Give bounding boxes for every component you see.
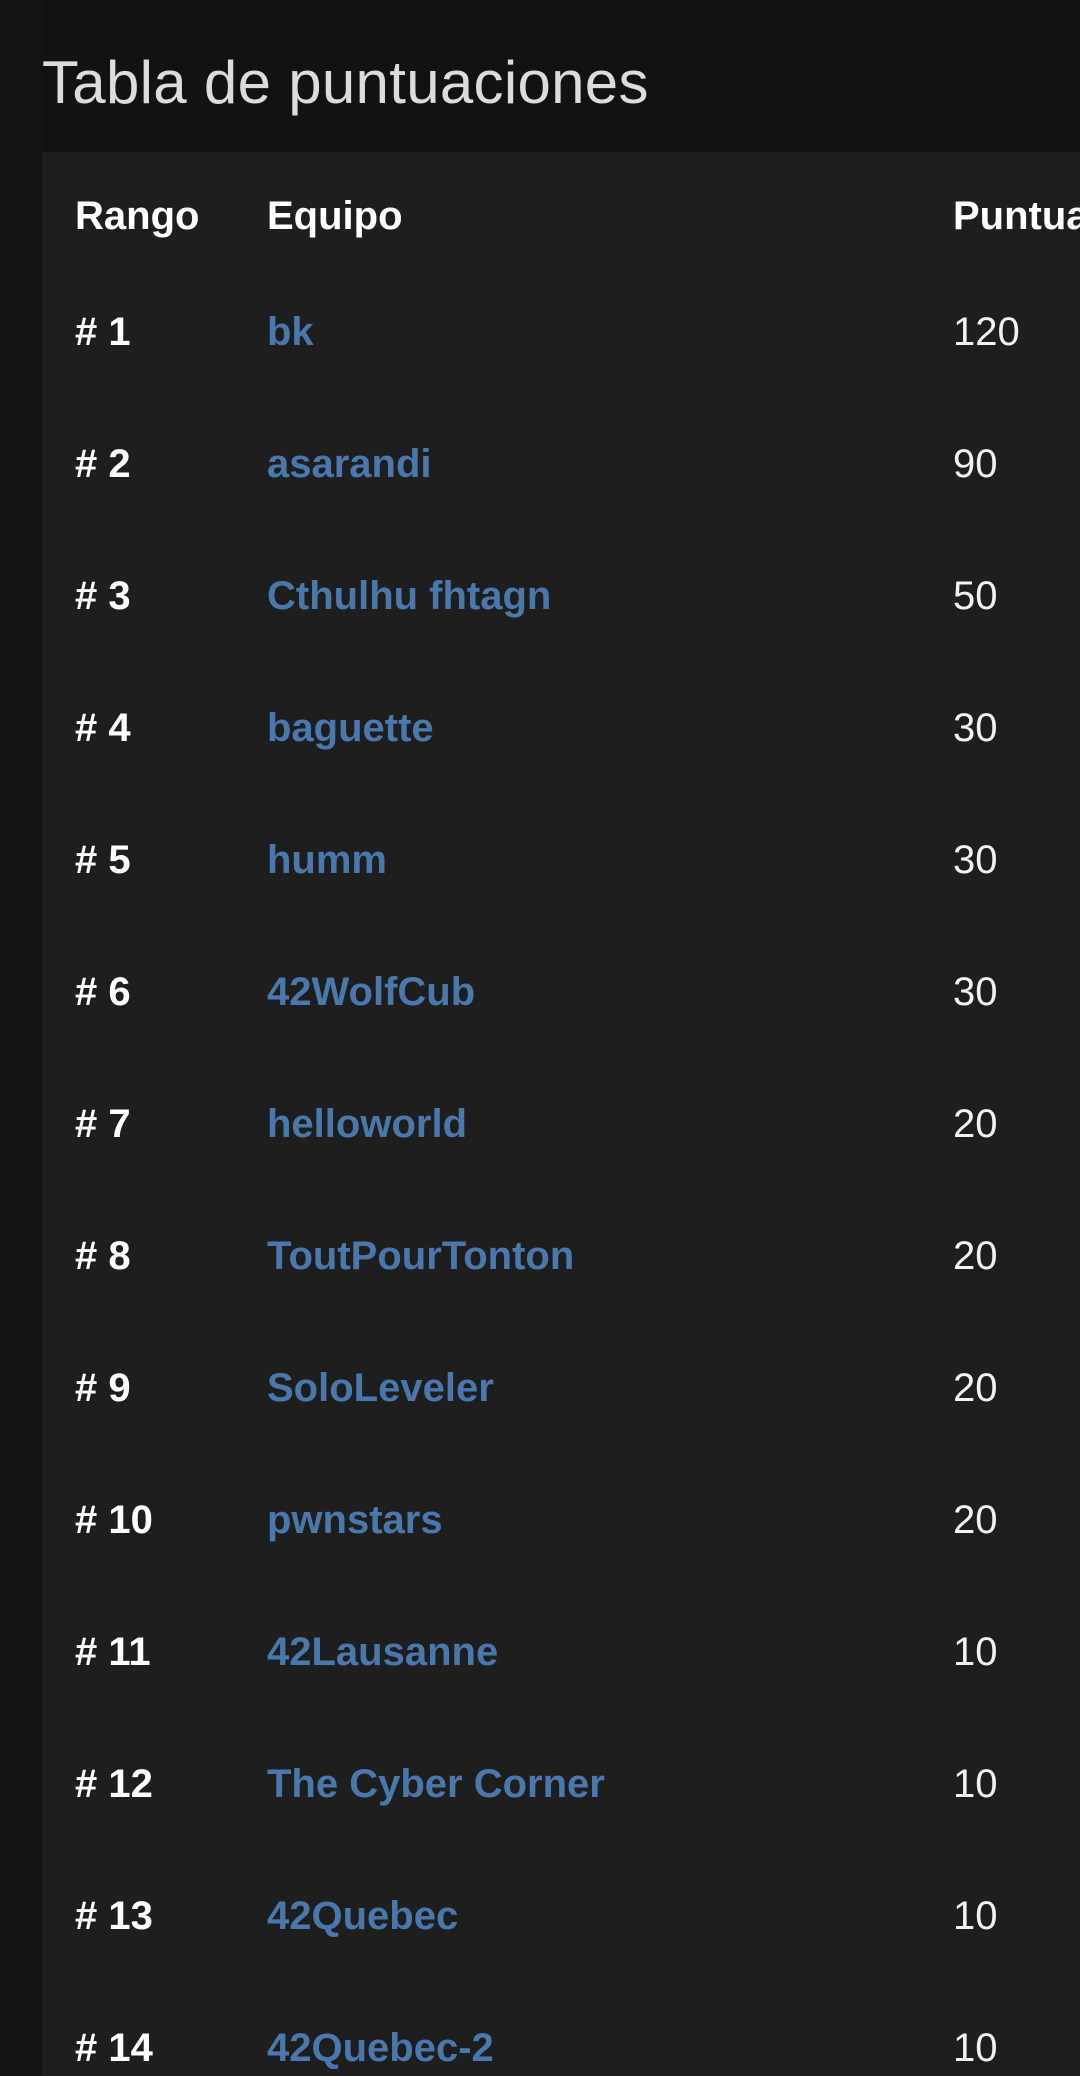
scoreboard-table: Rango Equipo Puntua # 1 bk 120 # 2 asara… bbox=[42, 152, 1080, 2076]
table-body: # 1 bk 120 # 2 asarandi 90 # 3 Cthulhu f… bbox=[42, 284, 1080, 2076]
team-link[interactable]: 42Lausanne bbox=[267, 1628, 498, 1676]
team-link[interactable]: ToutPourTonton bbox=[267, 1232, 574, 1280]
team-link[interactable]: Cthulhu fhtagn bbox=[267, 572, 551, 620]
score-cell: 20 bbox=[953, 1366, 998, 1410]
team-link[interactable]: SoloLeveler bbox=[267, 1364, 494, 1412]
table-row: # 10 pwnstars 20 bbox=[42, 1472, 1080, 1604]
rank-cell: # 9 bbox=[75, 1366, 131, 1410]
rank-cell: # 11 bbox=[75, 1630, 151, 1674]
score-cell: 120 bbox=[953, 310, 1020, 354]
rank-cell: # 13 bbox=[75, 1894, 153, 1938]
table-row: # 12 The Cyber Corner 10 bbox=[42, 1736, 1080, 1868]
rank-cell: # 5 bbox=[75, 838, 131, 882]
score-cell: 30 bbox=[953, 970, 998, 1014]
column-header-rank: Rango bbox=[75, 194, 200, 238]
table-row: # 6 42WolfCub 30 bbox=[42, 944, 1080, 1076]
score-cell: 90 bbox=[953, 442, 998, 486]
table-row: # 1 bk 120 bbox=[42, 284, 1080, 416]
rank-cell: # 8 bbox=[75, 1234, 131, 1278]
team-link[interactable]: The Cyber Corner bbox=[267, 1760, 605, 1808]
rank-cell: # 2 bbox=[75, 442, 131, 486]
table-row: # 8 ToutPourTonton 20 bbox=[42, 1208, 1080, 1340]
score-cell: 10 bbox=[953, 1762, 998, 1806]
score-cell: 20 bbox=[953, 1498, 998, 1542]
table-row: # 9 SoloLeveler 20 bbox=[42, 1340, 1080, 1472]
team-link[interactable]: 42WolfCub bbox=[267, 968, 475, 1016]
team-link[interactable]: pwnstars bbox=[267, 1496, 443, 1544]
table-row: # 14 42Quebec-2 10 bbox=[42, 2000, 1080, 2076]
score-cell: 20 bbox=[953, 1234, 998, 1278]
table-row: # 7 helloworld 20 bbox=[42, 1076, 1080, 1208]
rank-cell: # 7 bbox=[75, 1102, 131, 1146]
score-cell: 10 bbox=[953, 1630, 998, 1674]
page-title: Tabla de puntuaciones bbox=[42, 49, 649, 116]
column-header-team: Equipo bbox=[267, 194, 403, 238]
rank-cell: # 1 bbox=[75, 310, 131, 354]
score-cell: 30 bbox=[953, 706, 998, 750]
rank-cell: # 6 bbox=[75, 970, 131, 1014]
score-cell: 20 bbox=[953, 1102, 998, 1146]
rank-cell: # 10 bbox=[75, 1498, 153, 1542]
table-row: # 5 humm 30 bbox=[42, 812, 1080, 944]
rank-cell: # 14 bbox=[75, 2026, 153, 2070]
rank-cell: # 12 bbox=[75, 1762, 153, 1806]
team-link[interactable]: 42Quebec-2 bbox=[267, 2024, 494, 2072]
table-row: # 2 asarandi 90 bbox=[42, 416, 1080, 548]
team-link[interactable]: baguette bbox=[267, 704, 434, 752]
rank-cell: # 4 bbox=[75, 706, 131, 750]
score-cell: 10 bbox=[953, 2026, 998, 2070]
column-header-score: Puntua bbox=[953, 194, 1080, 238]
team-link[interactable]: helloworld bbox=[267, 1100, 467, 1148]
team-link[interactable]: 42Quebec bbox=[267, 1892, 458, 1940]
rank-cell: # 3 bbox=[75, 574, 131, 618]
table-row: # 4 baguette 30 bbox=[42, 680, 1080, 812]
table-header-row: Rango Equipo Puntua bbox=[42, 152, 1080, 284]
team-link[interactable]: bk bbox=[267, 308, 314, 356]
page-gutter bbox=[0, 0, 42, 2076]
table-row: # 3 Cthulhu fhtagn 50 bbox=[42, 548, 1080, 680]
team-link[interactable]: humm bbox=[267, 836, 387, 884]
table-row: # 11 42Lausanne 10 bbox=[42, 1604, 1080, 1736]
team-link[interactable]: asarandi bbox=[267, 440, 432, 488]
score-cell: 30 bbox=[953, 838, 998, 882]
table-row: # 13 42Quebec 10 bbox=[42, 1868, 1080, 2000]
score-cell: 50 bbox=[953, 574, 998, 618]
score-cell: 10 bbox=[953, 1894, 998, 1938]
